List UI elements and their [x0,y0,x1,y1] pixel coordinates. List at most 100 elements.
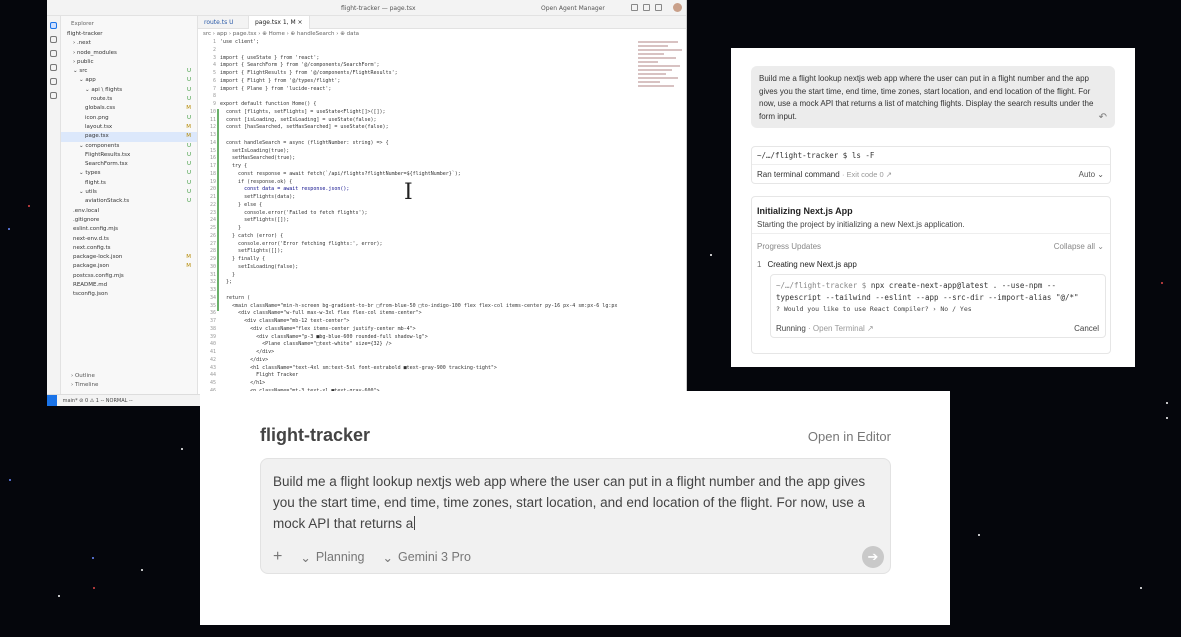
code-line[interactable]: 26 } catch (error) { [198,233,638,241]
open-agent-manager-link[interactable]: Open Agent Manager [541,5,605,12]
tree-item[interactable]: › .next [61,39,197,48]
tree-item[interactable]: › node_modules [61,49,197,58]
code-line[interactable]: 7 import { Plane } from 'lucide-react'; [198,86,638,94]
code-line[interactable]: 24 setFlights([]); [198,217,638,225]
code-line[interactable]: 40 <Plane className="□text-white" size={… [198,341,638,349]
run-debug-icon[interactable] [50,64,57,71]
tree-item[interactable]: package-lock.json M [61,253,197,262]
layout-icon[interactable] [631,4,638,11]
code-line[interactable]: 2 [198,47,638,55]
tree-item[interactable]: package.json M [61,262,197,271]
outline-section[interactable]: › Outline [71,372,98,381]
code-line[interactable]: 11 const [isLoading, setIsLoading] = use… [198,117,638,125]
search-icon[interactable] [50,36,57,43]
open-in-editor-button[interactable]: Open in Editor [808,429,891,444]
code-line[interactable]: 38 <div className="flex items-center jus… [198,326,638,334]
tree-item[interactable]: ⌄ components U [61,142,197,151]
auto-dropdown[interactable]: Auto ⌄ [1079,170,1104,179]
code-line[interactable]: 5 import { FlightResults } from '@/compon… [198,70,638,78]
minimap[interactable] [638,39,686,99]
code-area[interactable]: 1 'use client'; 2 3 import { useState } from… [198,39,638,394]
prompt-input-text[interactable]: Build me a flight lookup nextjs web app … [273,474,865,531]
files-icon[interactable] [50,22,57,29]
extensions-icon[interactable] [50,78,57,85]
code-line[interactable]: 45 </h1> [198,380,638,388]
prompt-input[interactable]: Build me a flight lookup nextjs web app … [260,458,891,574]
open-terminal-link[interactable]: · Open Terminal ↗ [808,324,874,333]
code-line[interactable]: 17 try { [198,163,638,171]
code-line[interactable]: 4 import { SearchForm } from '@/component… [198,62,638,70]
code-line[interactable]: 12 const [hasSearched, setHasSearched] =… [198,124,638,132]
timeline-section[interactable]: › Timeline [71,381,98,390]
tree-item[interactable]: tsconfig.json [61,290,197,299]
tree-item[interactable]: ⌄ utils U [61,188,197,197]
code-line[interactable]: 35 <main className="min-h-screen bg-grad… [198,303,638,311]
remote-indicator[interactable] [47,395,57,406]
tree-item[interactable]: page.tsx M [61,132,197,142]
code-line[interactable]: 6 import { Flight } from '@/types/flight'… [198,78,638,86]
send-button[interactable]: ➔ [862,546,884,568]
source-control-icon[interactable] [50,50,57,57]
code-line[interactable]: 23 console.error('Failed to fetch flight… [198,210,638,218]
code-line[interactable]: 13 [198,132,638,140]
avatar[interactable] [673,3,682,12]
code-line[interactable]: 14 const handleSearch = async (flightNum… [198,140,638,148]
code-line[interactable]: 32 }; [198,279,638,287]
tree-item[interactable]: aviationStack.ts U [61,197,197,206]
code-line[interactable]: 21 setFlights(data); [198,194,638,202]
code-line[interactable]: 42 </div> [198,357,638,365]
tree-item[interactable]: › public [61,58,197,67]
tree-item[interactable]: ⌄ types U [61,169,197,178]
split-icon[interactable] [655,4,662,11]
code-line[interactable]: 25 } [198,225,638,233]
tree-item[interactable]: ⌄ src U [61,67,197,76]
code-line[interactable]: 3 import { useState } from 'react'; [198,55,638,63]
code-line[interactable]: 16 setHasSearched(true); [198,155,638,163]
code-line[interactable]: 9 export default function Home() { [198,101,638,109]
tree-item[interactable]: route.ts U [61,95,197,104]
code-line[interactable]: 39 <div className="p-3 ■bg-blue-600 roun… [198,334,638,342]
tree-item[interactable]: flight.ts U [61,179,197,188]
code-line[interactable]: 27 console.error('Error fetching flights… [198,241,638,249]
tree-item[interactable]: globals.css M [61,104,197,113]
code-line[interactable]: 1 'use client'; [198,39,638,47]
tree-item[interactable]: .gitignore [61,216,197,225]
tab-route-ts[interactable]: route.ts U [198,16,240,29]
collapse-all-button[interactable]: Collapse all ⌄ [1054,242,1104,251]
mode-dropdown[interactable]: ⌄ Planning [300,550,364,565]
code-line[interactable]: 20 const data = await response.json(); [198,186,638,194]
code-line[interactable]: 43 <h1 className="text-4xl sm:text-5xl f… [198,365,638,373]
code-line[interactable]: 22 } else { [198,202,638,210]
code-line[interactable]: 15 setIsLoading(true); [198,148,638,156]
tree-item[interactable]: next-env.d.ts [61,235,197,244]
code-line[interactable]: 34 return ( [198,295,638,303]
tree-item[interactable]: eslint.config.mjs [61,225,197,234]
code-line[interactable]: 30 setIsLoading(false); [198,264,638,272]
tree-item[interactable]: .env.local [61,207,197,216]
code-line[interactable]: 36 <div className="w-full max-w-3xl flex… [198,310,638,318]
tree-item[interactable]: icon.png U [61,114,197,123]
code-line[interactable]: 37 <div className="mb-12 text-center"> [198,318,638,326]
model-dropdown[interactable]: ⌄ Gemini 3 Pro [382,550,470,565]
code-line[interactable]: 19 if (response.ok) { [198,179,638,187]
code-line[interactable]: 8 [198,93,638,101]
exit-code-link[interactable]: · Exit code 0 ↗ [842,170,892,179]
add-icon[interactable]: + [273,548,282,566]
remote-icon[interactable] [50,92,57,99]
code-line[interactable]: 41 </div> [198,349,638,357]
code-line[interactable]: 10 const [flights, setFlights] = useStat… [198,109,638,117]
code-line[interactable]: 33 [198,287,638,295]
tree-item[interactable]: flight-tracker [61,30,197,39]
code-line[interactable]: 31 } [198,272,638,280]
tree-item[interactable]: ⌄ api \ flights U [61,86,197,95]
tab-page-tsx[interactable]: page.tsx 1, M × [248,16,310,29]
code-line[interactable]: 44 Flight Tracker [198,372,638,380]
panel-icon[interactable] [643,4,650,11]
tree-item[interactable]: ⌄ app U [61,76,197,85]
code-line[interactable]: 28 setFlights([]); [198,248,638,256]
code-line[interactable]: 29 } finally { [198,256,638,264]
tree-item[interactable]: README.md [61,281,197,290]
breadcrumb[interactable]: src › app › page.tsx › ⊕ Home › ⊕ handle… [198,29,686,39]
tree-item[interactable]: FlightResults.tsx U [61,151,197,160]
layout-buttons[interactable] [631,4,662,11]
